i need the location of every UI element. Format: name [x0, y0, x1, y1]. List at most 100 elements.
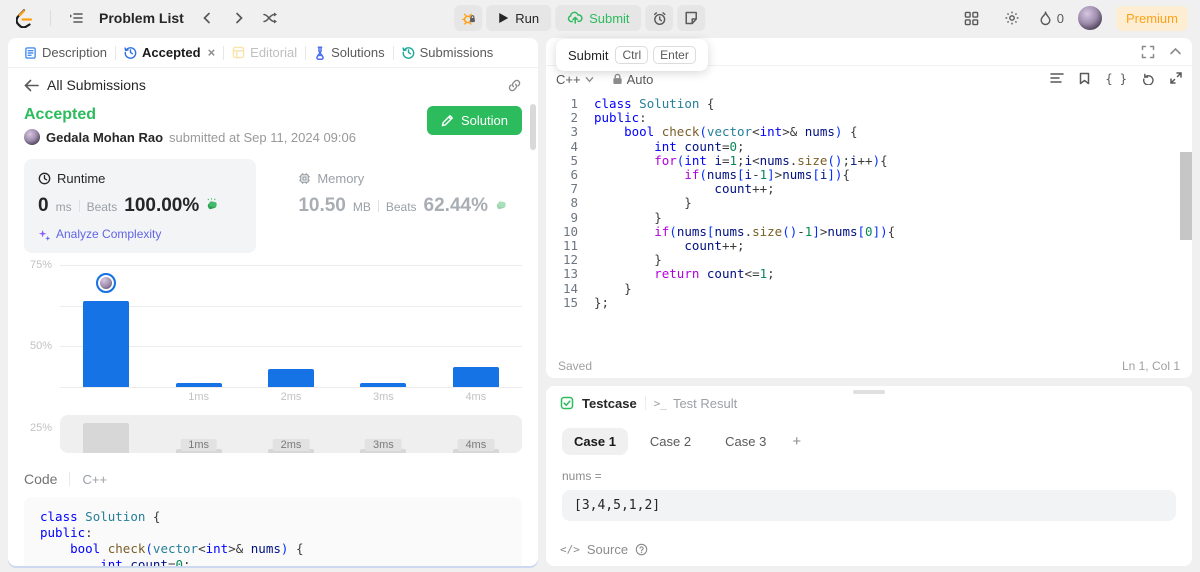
language-selector[interactable]: C++ — [556, 72, 594, 87]
chart-brush[interactable]: 1ms 2ms 3ms 4ms — [60, 415, 522, 453]
line-number: 6 — [570, 167, 578, 183]
source-link[interactable]: Source — [587, 542, 628, 557]
notes-button[interactable] — [677, 5, 706, 31]
memory-title: Memory — [317, 171, 365, 186]
run-label: Run — [515, 10, 540, 26]
tab-solutions[interactable]: Solutions — [308, 45, 390, 60]
submitter-name[interactable]: Gedala Mohan Rao — [46, 130, 163, 145]
code-line: 2 public: — [546, 111, 1192, 125]
case-tab-3[interactable]: Case 3 — [713, 428, 778, 455]
bar-4ms[interactable] — [452, 366, 499, 387]
code-line: 1 class Solution { — [546, 96, 1192, 111]
cursor-position[interactable]: Ln 1, Col 1 — [1122, 359, 1180, 373]
tab-description[interactable]: Description — [18, 45, 113, 60]
code-line: 4 int count=0; — [546, 138, 1192, 154]
settings-gear-icon[interactable] — [999, 5, 1025, 31]
line-number: 3 — [570, 124, 578, 140]
back-arrow-icon[interactable] — [24, 79, 39, 92]
layout-grid-icon[interactable] — [959, 5, 985, 31]
code-line-text: } — [594, 252, 662, 268]
line-number: 12 — [562, 252, 578, 268]
code-line: 15}; — [546, 295, 1192, 310]
solution-label: Solution — [461, 113, 508, 128]
bar-3ms[interactable] — [360, 382, 407, 387]
editor-code-area[interactable]: 1 class Solution {2 public: 3 bool check(ve… — [546, 92, 1192, 354]
language-label: C++ — [556, 71, 581, 87]
code-line: 7 count++; — [546, 182, 1192, 196]
reset-code-icon[interactable] — [1142, 72, 1155, 85]
premium-button[interactable]: Premium — [1115, 5, 1188, 31]
chart-gridline: 0% — [36, 387, 522, 515]
bar-0ms[interactable] — [83, 300, 130, 387]
testcase-tab[interactable]: Testcase — [582, 396, 637, 411]
source-code-icon: </> — [560, 543, 580, 556]
tab-label: Editorial — [250, 45, 298, 60]
bar-1ms[interactable] — [175, 382, 222, 387]
leetcode-logo-icon[interactable] — [12, 5, 38, 31]
tab-label: Description — [42, 45, 108, 60]
tab-editorial[interactable]: Editorial — [226, 45, 303, 60]
fullscreen-icon[interactable] — [1141, 45, 1155, 59]
code-line: 10 if(nums[nums.size()-1]>nums[0]){ — [546, 223, 1192, 239]
auto-mode-toggle[interactable]: Auto — [612, 71, 654, 87]
help-icon[interactable] — [635, 543, 648, 556]
runtime-unit: ms — [55, 200, 72, 214]
line-number: 4 — [570, 138, 578, 154]
copy-link-icon[interactable] — [507, 78, 522, 93]
maximize-editor-icon[interactable] — [1170, 72, 1182, 84]
next-problem-icon[interactable] — [226, 5, 252, 31]
collapse-panel-icon[interactable] — [1169, 45, 1182, 58]
x-axis-label: 1ms — [188, 391, 209, 403]
line-number: 8 — [570, 195, 578, 211]
line-number: 14 — [562, 280, 578, 296]
code-line-text: if(nums[nums.size()-1]>nums[0]){ — [654, 223, 896, 239]
code-line: 6 if(nums[i-1]>nums[i]){ — [546, 167, 1192, 183]
submit-label: Submit — [589, 10, 630, 26]
bookmark-icon[interactable] — [1079, 72, 1090, 85]
problem-list-label[interactable]: Problem List — [99, 10, 184, 26]
analyze-complexity-link[interactable]: Analyze Complexity — [38, 227, 242, 241]
run-button[interactable]: Run — [486, 5, 552, 31]
tab-divider — [115, 45, 117, 60]
submit-button[interactable]: Submit — [555, 5, 642, 31]
test-result-tab[interactable]: >_ Test Result — [654, 396, 738, 411]
solution-button[interactable]: Solution — [427, 106, 522, 135]
brush-label: 2ms — [272, 439, 310, 451]
submitted-code-block[interactable]: ▼class Solution {public: bool check(vect… — [24, 497, 522, 566]
all-submissions-link[interactable]: All Submissions — [47, 77, 146, 93]
prev-problem-icon[interactable] — [194, 5, 220, 31]
left-tabbar: Description Accepted × Editorial Solutions Su… — [8, 38, 538, 68]
left-panel-scrollbar[interactable] — [530, 104, 536, 150]
line-number: 10 — [562, 223, 578, 239]
tab-accepted[interactable]: Accepted × — [118, 45, 221, 60]
timer-button[interactable] — [645, 5, 674, 31]
user-avatar[interactable] — [1077, 6, 1102, 30]
close-tab-icon[interactable]: × — [208, 45, 216, 60]
shuffle-icon[interactable] — [258, 5, 284, 31]
memory-card[interactable]: Memory 10.50 MB Beats 62.44% — [284, 159, 522, 253]
panel-resize-handle[interactable] — [853, 390, 885, 394]
bar-2ms[interactable] — [268, 369, 315, 387]
tab-submissions[interactable]: Submissions — [396, 45, 500, 60]
streak-counter[interactable]: 0 — [1039, 11, 1064, 26]
auto-mode-label: Auto — [626, 71, 654, 87]
debugger-button[interactable] — [454, 5, 483, 31]
format-code-icon[interactable] — [1050, 72, 1065, 84]
brackets-icon[interactable]: { } — [1105, 72, 1127, 86]
add-case-icon[interactable]: + — [788, 433, 805, 450]
tab-label: Accepted — [142, 45, 201, 60]
chevron-down-icon — [585, 76, 593, 82]
brush-label: 1ms — [180, 439, 217, 451]
leetcode-app: Problem List Run Submit 0 Premium Descri… — [0, 0, 1200, 572]
problem-list-icon[interactable] — [63, 5, 89, 31]
case-tab-1[interactable]: Case 1 — [562, 428, 628, 455]
flask-icon — [314, 45, 326, 60]
brush-bar — [83, 423, 130, 453]
editor-scrollbar[interactable] — [1180, 152, 1192, 240]
x-axis-label: 2ms — [280, 391, 302, 403]
testcase-input[interactable]: [3,4,5,1,2] — [562, 490, 1176, 521]
case-tab-2[interactable]: Case 2 — [638, 428, 703, 455]
code-line-text: class Solution { — [594, 96, 715, 111]
code-editor-panel: Submit Ctrl Enter C++ Auto { } 1 class S… — [546, 38, 1192, 378]
runtime-card[interactable]: Runtime 0 ms Beats 100.00% Analyze Compl… — [24, 159, 257, 253]
